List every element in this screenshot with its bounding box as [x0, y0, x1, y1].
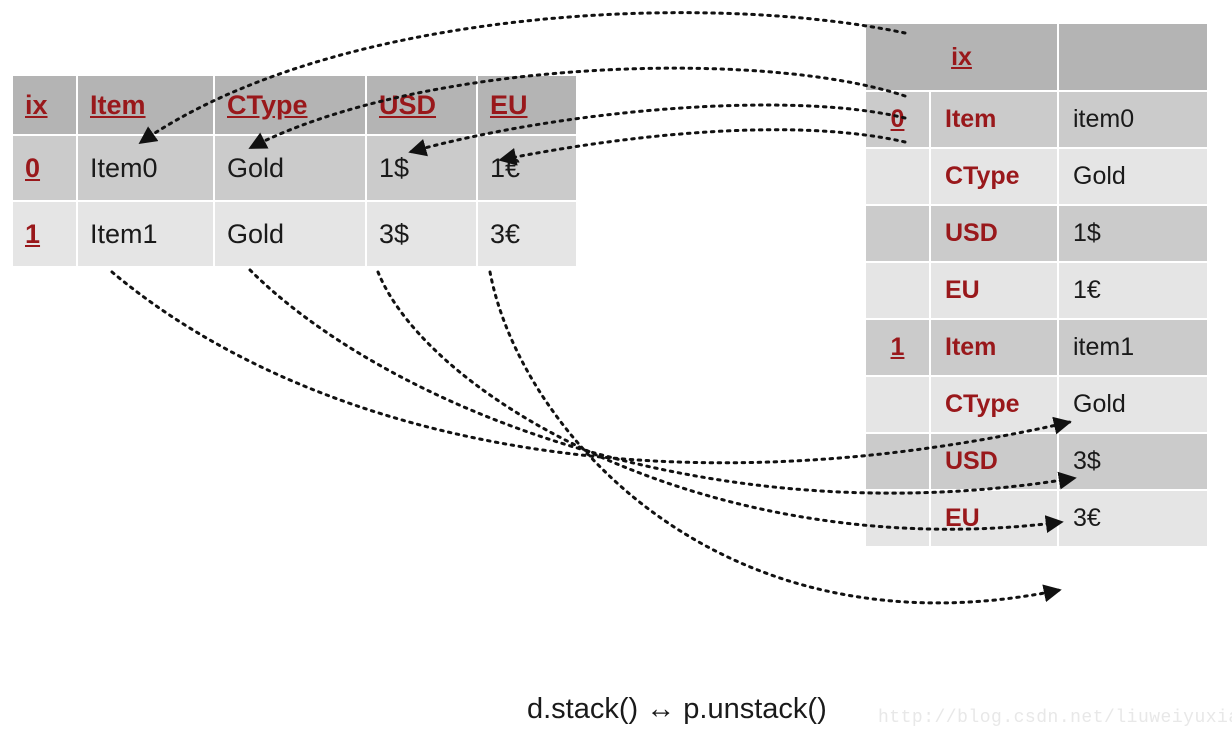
right-cell-value-6: 3$ — [1059, 434, 1207, 489]
right-cell-ix-6 — [866, 434, 929, 489]
table-row: USD 1$ — [866, 206, 1207, 261]
right-header-ix-label: ix — [951, 42, 972, 71]
right-header-value — [1059, 24, 1207, 90]
left-header-row: ix Item CType USD EU — [13, 76, 576, 134]
left-cell-eu-0: 1€ — [478, 136, 576, 200]
right-cell-ix-5 — [866, 377, 929, 432]
right-cell-ix-3 — [866, 263, 929, 318]
right-header-row: ix — [866, 24, 1207, 90]
table-row: EU 1€ — [866, 263, 1207, 318]
right-cell-value-2: 1$ — [1059, 206, 1207, 261]
table-row: 0 Item0 Gold 1$ 1€ — [13, 136, 576, 200]
right-cell-level-5: CType — [931, 377, 1057, 432]
right-cell-level-0: Item — [931, 92, 1057, 147]
left-header-ctype: CType — [215, 76, 365, 134]
stacked-series-table: ix 0 Item item0 CType Gold USD 1$ EU 1€ … — [864, 22, 1209, 548]
table-row: CType Gold — [866, 149, 1207, 204]
left-cell-ix-0: 0 — [13, 136, 76, 200]
left-cell-item-1: Item1 — [78, 202, 213, 266]
table-row: 1 Item1 Gold 3$ 3€ — [13, 202, 576, 266]
right-cell-ix-0: 0 — [866, 92, 929, 147]
right-cell-value-7: 3€ — [1059, 491, 1207, 546]
right-cell-level-6: USD — [931, 434, 1057, 489]
left-header-item: Item — [78, 76, 213, 134]
left-cell-eu-1: 3€ — [478, 202, 576, 266]
left-header-eu: EU — [478, 76, 576, 134]
right-cell-level-4: Item — [931, 320, 1057, 375]
right-cell-level-3: EU — [931, 263, 1057, 318]
watermark-url: http://blog.csdn.net/liuweiyuxiang — [878, 708, 1232, 728]
left-cell-ctype-0: Gold — [215, 136, 365, 200]
left-cell-usd-0: 1$ — [367, 136, 476, 200]
right-header-ix: ix — [866, 24, 1057, 90]
wide-dataframe-table: ix Item CType USD EU 0 Item0 Gold 1$ 1€ … — [11, 74, 578, 268]
left-cell-ctype-1: Gold — [215, 202, 365, 266]
left-cell-ix-1: 1 — [13, 202, 76, 266]
diagram-caption: d.stack() ↔ p.unstack() — [527, 693, 827, 725]
right-cell-ix-2 — [866, 206, 929, 261]
right-cell-value-0: item0 — [1059, 92, 1207, 147]
table-row: EU 3€ — [866, 491, 1207, 546]
table-row: 1 Item item1 — [866, 320, 1207, 375]
right-cell-value-3: 1€ — [1059, 263, 1207, 318]
right-cell-level-2: USD — [931, 206, 1057, 261]
right-cell-level-1: CType — [931, 149, 1057, 204]
left-cell-item-0: Item0 — [78, 136, 213, 200]
table-row: USD 3$ — [866, 434, 1207, 489]
left-header-usd: USD — [367, 76, 476, 134]
right-cell-ix-1 — [866, 149, 929, 204]
table-row: 0 Item item0 — [866, 92, 1207, 147]
right-cell-ix-7 — [866, 491, 929, 546]
right-cell-value-4: item1 — [1059, 320, 1207, 375]
right-cell-value-1: Gold — [1059, 149, 1207, 204]
left-cell-usd-1: 3$ — [367, 202, 476, 266]
right-cell-value-5: Gold — [1059, 377, 1207, 432]
right-cell-level-7: EU — [931, 491, 1057, 546]
left-header-ix: ix — [13, 76, 76, 134]
right-cell-ix-4: 1 — [866, 320, 929, 375]
table-row: CType Gold — [866, 377, 1207, 432]
